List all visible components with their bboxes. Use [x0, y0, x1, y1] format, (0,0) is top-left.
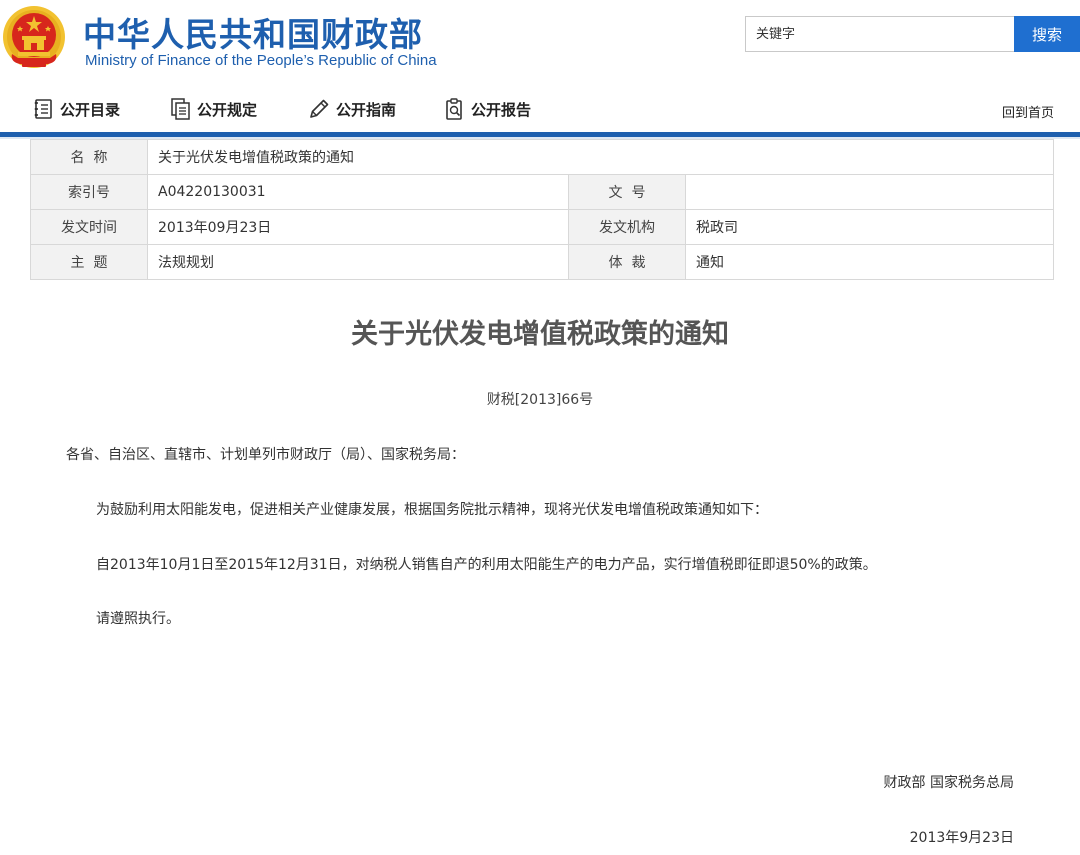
index-value: A04220130031: [147, 174, 569, 210]
home-link[interactable]: 回到首页: [1002, 102, 1054, 121]
nav-item-regulations[interactable]: 公开规定: [171, 94, 257, 124]
documents-icon: [171, 98, 190, 120]
table-row: 名 称 关于光伏发电增值税政策的通知: [30, 139, 1055, 175]
topic-value: 法规规划: [147, 244, 569, 280]
index-label: 索引号: [30, 174, 148, 210]
pencil-icon: [310, 99, 329, 118]
site-header: 中华人民共和国财政部 Ministry of Finance of the Pe…: [0, 0, 1080, 80]
topic-label: 主 题: [30, 244, 148, 280]
docno-value: [684, 174, 1055, 210]
genre-value: 通知: [684, 244, 1055, 280]
org-value: 税政司: [684, 209, 1055, 245]
nav-item-report[interactable]: 公开报告: [445, 94, 531, 124]
main-nav: 公开目录 公开规定 公开指南 公开报告 回到首页: [0, 88, 1080, 130]
document-addressee: 各省、自治区、直辖市、计划单列市财政厅（局）、国家税务局：: [66, 447, 465, 463]
catalog-icon: [34, 99, 52, 119]
document-paragraph: 请遵照执行。: [96, 611, 180, 627]
nav-item-catalog[interactable]: 公开目录: [34, 94, 120, 124]
genre-label: 体 裁: [568, 244, 686, 280]
table-row: 主 题 法规规划 体 裁 通知: [30, 244, 1055, 280]
nav-item-label: 公开目录: [60, 100, 121, 119]
document-signature: 财政部 国家税务总局: [883, 775, 1014, 791]
date-value: 2013年09月23日: [147, 209, 569, 245]
document-number: 财税[2013]66号: [486, 392, 594, 408]
nav-item-guide[interactable]: 公开指南: [308, 94, 396, 124]
nav-item-label: 公开报告: [471, 100, 532, 119]
national-emblem-icon[interactable]: [2, 4, 66, 70]
org-label: 发文机构: [568, 209, 686, 245]
search-button[interactable]: 搜索: [1014, 16, 1080, 52]
document-paragraph: 自2013年10月1日至2015年12月31日，对纳税人销售自产的利用太阳能生产…: [96, 557, 877, 573]
metadata-table: 名 称 关于光伏发电增值税政策的通知 索引号 A04220130031 文 号 …: [30, 139, 1055, 280]
site-title-en[interactable]: Ministry of Finance of the People’s Repu…: [85, 52, 437, 69]
docno-label: 文 号: [568, 174, 686, 210]
table-row: 索引号 A04220130031 文 号: [30, 174, 1055, 210]
search-input[interactable]: [745, 16, 1015, 52]
nav-item-label: 公开指南: [336, 100, 397, 119]
name-label: 名 称: [30, 139, 148, 175]
document-sign-date: 2013年9月23日: [909, 830, 1014, 846]
date-label: 发文时间: [30, 209, 148, 245]
report-icon: [446, 98, 462, 120]
table-row: 发文时间 2013年09月23日 发文机构 税政司: [30, 209, 1055, 245]
site-title-cn[interactable]: 中华人民共和国财政部: [83, 8, 423, 56]
name-value: 关于光伏发电增值税政策的通知: [146, 139, 1055, 175]
document-title: 关于光伏发电增值税政策的通知: [351, 319, 729, 350]
document-paragraph: 为鼓励利用太阳能发电，促进相关产业健康发展，根据国务院批示精神，现将光伏发电增值…: [96, 502, 768, 518]
nav-item-label: 公开规定: [197, 100, 258, 119]
